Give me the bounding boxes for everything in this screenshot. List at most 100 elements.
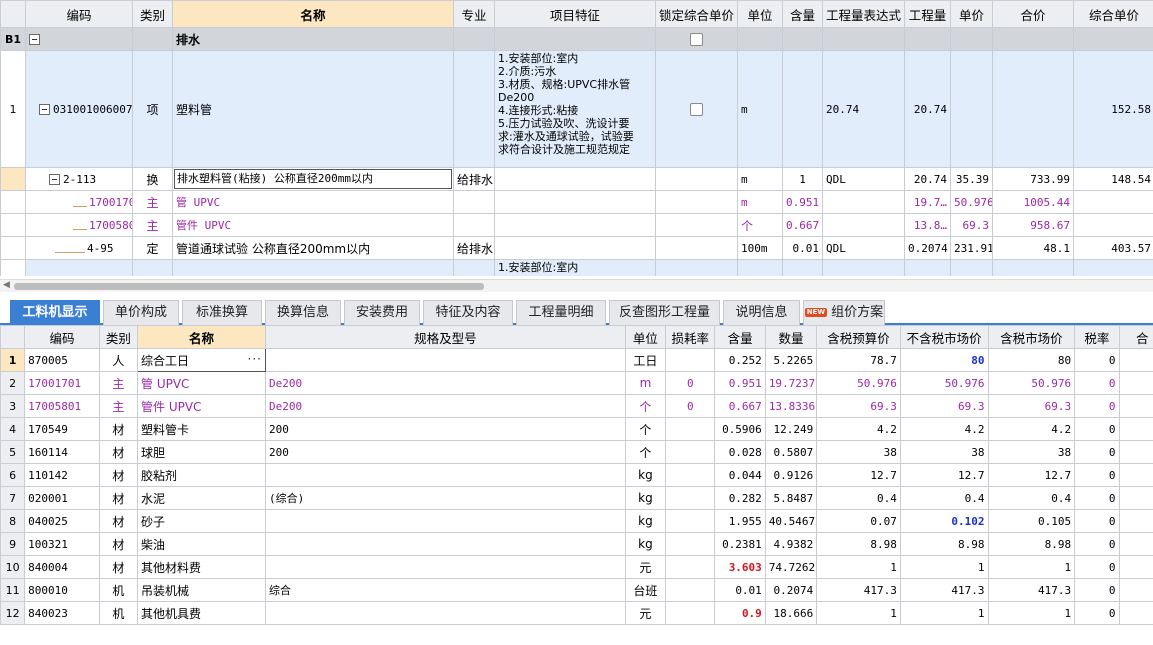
lock-price-checkbox[interactable] xyxy=(690,32,703,46)
quota-row[interactable]: 4-95 定 管道通球试验 公称直径200mm以内 给排水 100m 0.01 … xyxy=(0,236,1153,260)
resource-name[interactable]: 水泥 xyxy=(137,486,266,510)
resource-loss-rate[interactable] xyxy=(665,417,716,441)
resource-loss-rate[interactable]: 0 xyxy=(665,394,716,418)
col-header-market-price-tax[interactable]: 含税市场价 xyxy=(987,325,1076,349)
resource-loss-rate[interactable] xyxy=(665,509,716,533)
resource-spec[interactable]: De200 xyxy=(265,371,626,395)
resource-row[interactable]: 12 840023 机其他机具费元 0.9 18.666 1 1 1 0 xyxy=(0,601,1153,625)
material-name[interactable]: 管 UPVC xyxy=(172,190,454,214)
resource-loss-rate[interactable]: 0 xyxy=(665,371,716,395)
col-header-major[interactable]: 专业 xyxy=(453,0,495,28)
resource-row[interactable]: 1 870005 人 ··· 综合工日 工日 0.252 5.2265 78.7 80 80 0 xyxy=(0,348,1153,372)
resource-content[interactable]: 3.603 xyxy=(714,555,766,579)
col-header-content[interactable]: 含量 xyxy=(782,0,823,28)
col-header-category[interactable]: 类别 xyxy=(132,0,173,28)
resource-name[interactable]: 砂子 xyxy=(137,509,266,533)
resource-content[interactable]: 0.044 xyxy=(714,463,766,487)
resource-row[interactable]: 8 040025 材砂子 kg 1.955 40.5467 0.07 0.102 0.105 0 xyxy=(0,509,1153,533)
resource-spec[interactable] xyxy=(265,532,626,556)
resource-market-price[interactable]: 1 xyxy=(899,555,989,579)
resource-row[interactable]: 5 160114 材球胆 200 个 0.028 0.5807 38 38 38 0 xyxy=(0,440,1153,464)
col-header-category[interactable]: 类别 xyxy=(98,325,139,349)
lock-price-checkbox[interactable] xyxy=(690,102,703,116)
resource-name[interactable]: 管件 UPVC xyxy=(137,394,266,418)
tab-features-content[interactable]: 特征及内容 xyxy=(423,300,513,325)
resource-name[interactable]: 塑料管卡 xyxy=(137,417,266,441)
resource-spec[interactable]: 综合 xyxy=(265,578,626,602)
resource-name[interactable]: 其他材料费 xyxy=(137,555,266,579)
resource-market-price[interactable]: 4.2 xyxy=(899,417,989,441)
material-row[interactable]: 17005801 主 管件 UPVC 个 0.667 13.8… 69.3 95… xyxy=(0,213,1153,237)
quota-name-editor[interactable]: 排水塑料管(粘接) 公称直径200mm以内 xyxy=(174,169,452,189)
resource-content[interactable]: 0.01 xyxy=(714,578,766,602)
tab-labor-material-machine[interactable]: 工料机显示 xyxy=(10,300,100,325)
resource-row[interactable]: 2 17001701 主管 UPVC De200 m 0 0.951 19.7237 50.97… xyxy=(0,371,1153,395)
resource-name[interactable]: 吊装机械 xyxy=(137,578,266,602)
bill-row[interactable]: 1.安装部位:室内 xyxy=(0,259,1153,276)
tab-conversion-info[interactable]: 换算信息 xyxy=(265,300,341,325)
resource-spec[interactable] xyxy=(265,509,626,533)
resource-loss-rate[interactable] xyxy=(665,463,716,487)
resource-row[interactable]: 7 020001 材水泥 (综合) kg 0.282 5.8487 0.4 0.4 0.4 0 xyxy=(0,486,1153,510)
col-header-content[interactable]: 含量 xyxy=(714,325,766,349)
resource-market-price[interactable]: 69.3 xyxy=(899,394,989,418)
col-header-name[interactable]: 名称 xyxy=(137,325,266,349)
tab-graphic-quantity[interactable]: 反查图形工程量 xyxy=(609,300,720,325)
resource-market-price[interactable]: 80 xyxy=(899,348,989,372)
resource-name[interactable]: 其他机具费 xyxy=(137,601,266,625)
scroll-left-icon[interactable]: ◀ xyxy=(3,280,10,290)
resource-row[interactable]: 10 840004 材其他材料费元 3.603 74.7262 1 1 1 0 xyxy=(0,555,1153,579)
resource-content[interactable]: 0.5906 xyxy=(714,417,766,441)
tab-unit-price-composition[interactable]: 单价构成 xyxy=(103,300,179,325)
resource-loss-rate[interactable] xyxy=(665,578,716,602)
col-header-unit[interactable]: 单位 xyxy=(737,0,783,28)
resource-content[interactable]: 1.955 xyxy=(714,509,766,533)
resource-row[interactable]: 6 110142 材胶粘剂 kg 0.044 0.9126 12.7 12.7 12.7 0 xyxy=(0,463,1153,487)
col-header-features[interactable]: 项目特征 xyxy=(494,0,656,28)
resource-name[interactable]: 胶粘剂 xyxy=(137,463,266,487)
resource-spec[interactable] xyxy=(265,463,626,487)
resource-name[interactable]: ··· 综合工日 xyxy=(137,348,266,372)
col-header-qty[interactable]: 工程量 xyxy=(904,0,951,28)
col-header-unit[interactable]: 单位 xyxy=(624,325,667,349)
resource-market-price[interactable]: 50.976 xyxy=(899,371,989,395)
quota-name[interactable]: 管道通球试验 公称直径200mm以内 xyxy=(172,236,454,260)
material-name[interactable]: 管件 UPVC xyxy=(172,213,454,237)
col-header-comp-price[interactable]: 综合单价 xyxy=(1073,0,1153,28)
resource-content[interactable]: 0.282 xyxy=(714,486,766,510)
collapse-icon[interactable] xyxy=(29,34,40,45)
tab-description[interactable]: 说明信息 xyxy=(723,300,800,325)
bill-features[interactable]: 1.安装部位:室内 2.介质:污水 3.材质、规格:UPVC排水管 De200 … xyxy=(494,50,656,168)
resource-row[interactable]: 4 170549 材塑料管卡 200 个 0.5906 12.249 4.2 4.2 4.2 0 xyxy=(0,417,1153,441)
resource-row[interactable]: 11 800010 机吊装机械 综合 台班 0.01 0.2074 417.3 417.3 417… xyxy=(0,578,1153,602)
resource-name[interactable]: 柴油 xyxy=(137,532,266,556)
col-header-lock-price[interactable]: 锁定综合单价 xyxy=(655,0,738,28)
resource-market-price[interactable]: 417.3 xyxy=(899,578,989,602)
quota-row[interactable]: 2-113 换 排水塑料管(粘接) 公称直径200mm以内 给排水 m 1 QD… xyxy=(0,167,1153,191)
quota-name-cell[interactable]: 排水塑料管(粘接) 公称直径200mm以内 xyxy=(172,167,454,191)
resource-loss-rate[interactable] xyxy=(665,440,716,464)
resource-content[interactable]: 0.252 xyxy=(714,348,766,372)
material-row[interactable]: 17001701 主 管 UPVC m 0.951 19.7… 50.976 1… xyxy=(0,190,1153,214)
collapse-icon[interactable] xyxy=(49,174,60,185)
quota-expr[interactable]: QDL xyxy=(822,236,905,260)
scrollbar-thumb[interactable] xyxy=(14,283,484,290)
resource-market-price[interactable]: 12.7 xyxy=(899,463,989,487)
collapse-icon[interactable] xyxy=(39,104,50,115)
tab-installation-fee[interactable]: 安装费用 xyxy=(344,300,420,325)
tab-quantity-detail[interactable]: 工程量明细 xyxy=(516,300,606,325)
col-header-tax-rate[interactable]: 税率 xyxy=(1074,325,1120,349)
bill-name[interactable]: 塑料管 xyxy=(172,50,454,168)
resource-row[interactable]: 3 17005801 主管件 UPVC De200 个 0 0.667 13.8336 69.3… xyxy=(0,394,1153,418)
col-header-price[interactable]: 单价 xyxy=(950,0,993,28)
col-header-expr[interactable]: 工程量表达式 xyxy=(822,0,905,28)
col-header-total[interactable]: 合价 xyxy=(992,0,1074,28)
bill-features[interactable]: 1.安装部位:室内 xyxy=(494,259,656,276)
col-header-name[interactable]: 名称 xyxy=(172,0,454,28)
resource-market-price[interactable]: 0.102 xyxy=(899,509,989,533)
resource-loss-rate[interactable] xyxy=(665,348,716,372)
col-header-budget-price[interactable]: 含税预算价 xyxy=(816,325,901,349)
col-header-loss-rate[interactable]: 损耗率 xyxy=(665,325,716,349)
group-row[interactable]: B1 排水 xyxy=(0,27,1153,51)
resource-content[interactable]: 0.2381 xyxy=(714,532,766,556)
